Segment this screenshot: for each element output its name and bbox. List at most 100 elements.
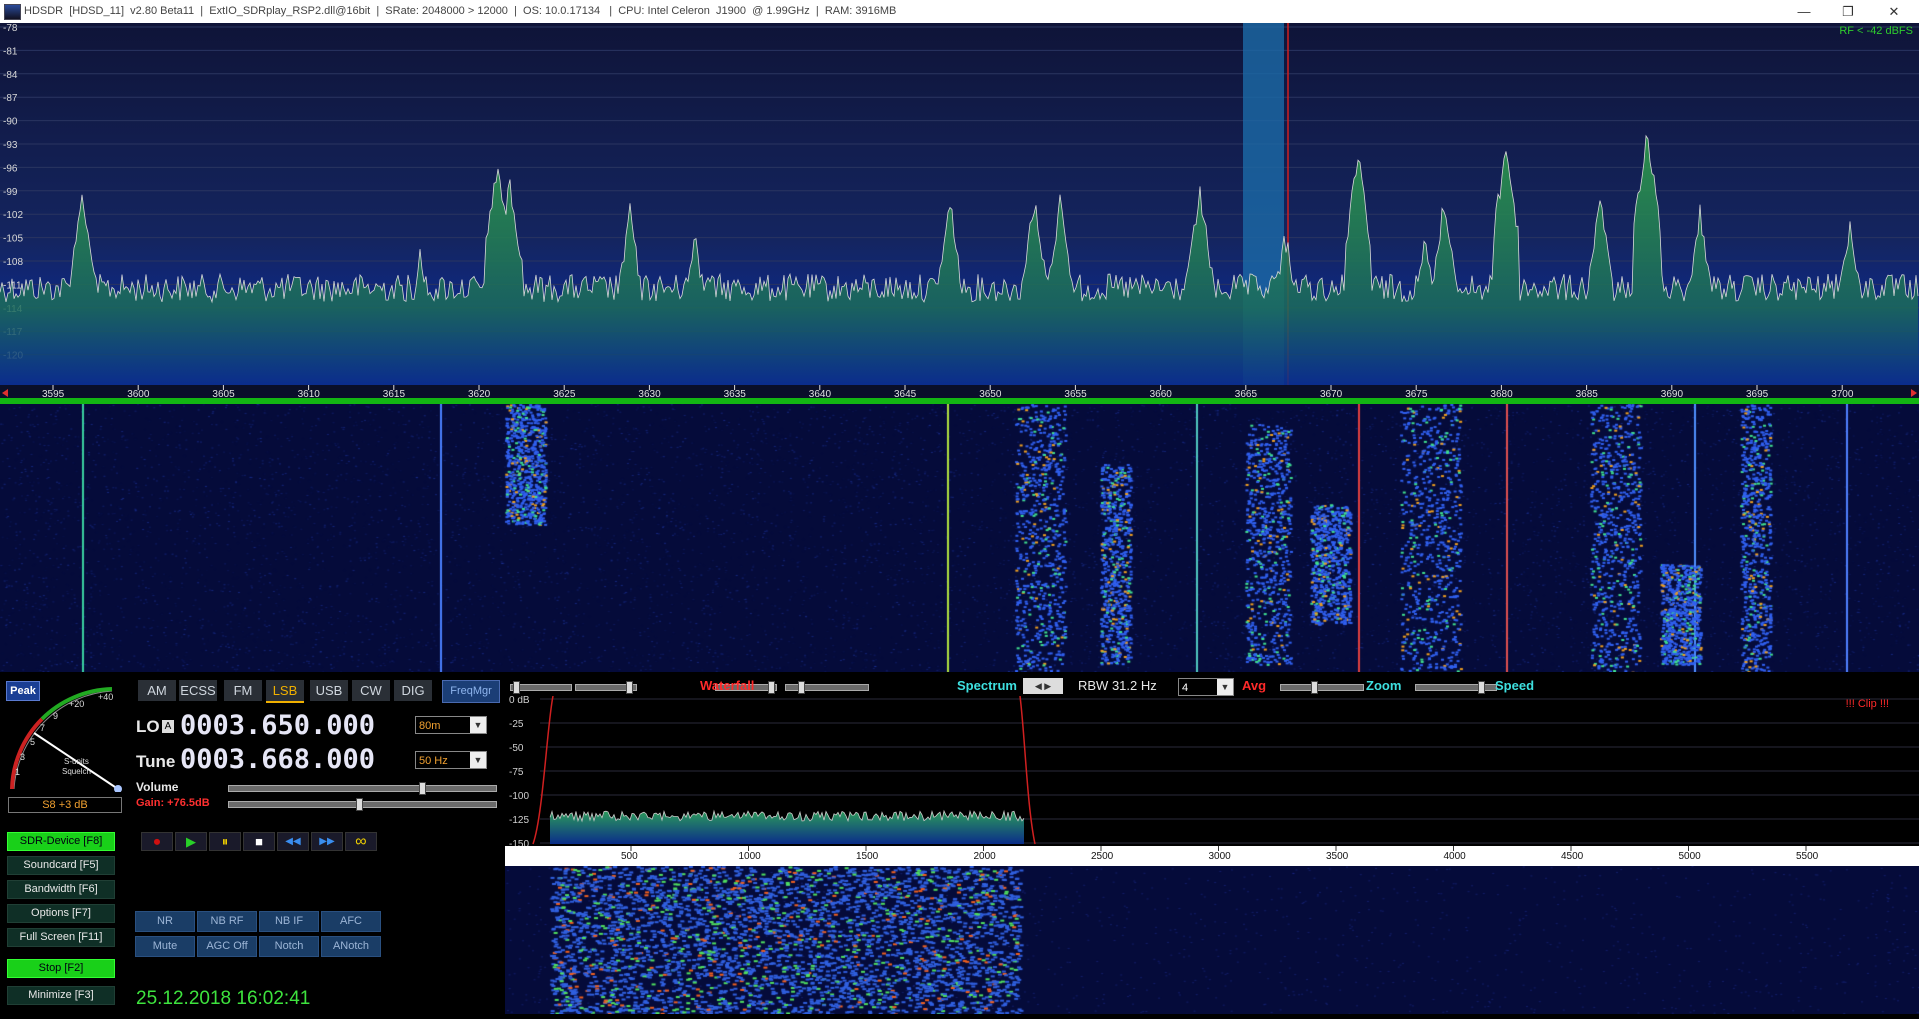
audio-db-label: 0 dB [509,696,530,706]
squelch-label: Squelch [62,767,91,776]
notch-button[interactable]: Notch [259,936,319,957]
db-tick-label: -105 [3,234,23,245]
step-select[interactable]: 50 Hz ▼ [415,751,487,769]
nb-rf-button[interactable]: NB RF [197,911,257,932]
sdr-device-button[interactable]: SDR-Device [F8] [7,832,115,851]
slider-thumb[interactable] [768,681,775,694]
stop-button[interactable]: Stop [F2] [7,959,115,978]
slider-thumb[interactable] [1478,681,1485,694]
db-tick-label: -90 [3,117,18,128]
audio-waterfall-canvas [505,866,1919,1014]
waterfall-label: Waterfall [700,678,755,693]
audio-spectrum-display[interactable]: 0 dB -25 -50 -75 -100 -125 -150 500 1000 1500 2000… [505,696,1919,866]
s-scale-3: 3 [20,752,25,762]
minimize-window-button[interactable]: — [1784,1,1824,22]
maximize-window-button[interactable]: ❐ [1828,1,1868,22]
app-icon [4,4,21,20]
record-button[interactable]: ⏺ [141,832,173,851]
audio-freq-label: 5000 [1679,851,1702,862]
volume-slider-thumb[interactable] [418,782,426,795]
db-tick-label: -108 [3,257,23,268]
agc-button[interactable]: AGC Off [197,936,257,957]
s-scale-5: 5 [30,737,35,747]
audio-freq-label: 4000 [1444,851,1467,862]
s-scale-40: +40 [98,692,113,702]
gain-slider-thumb[interactable] [356,798,364,811]
options-button[interactable]: Options [F7] [7,904,115,923]
tune-frequency[interactable]: 0003.668.000 [180,744,375,775]
stop-playback-button[interactable]: ■ [243,832,275,851]
speed-label: Speed [1495,678,1535,693]
slider-thumb[interactable] [1311,681,1318,694]
peak-button[interactable]: Peak [6,681,40,701]
mode-ecss[interactable]: ECSS [179,680,217,701]
rbw-stepper[interactable]: ◀ ▶ [1023,678,1063,694]
audio-freq-label: 3500 [1326,851,1349,862]
close-window-button[interactable]: ✕ [1874,1,1914,22]
play-button[interactable]: ▶ [175,832,207,851]
zoom-label: Zoom [1366,678,1402,693]
audio-db-label: -100 [509,791,529,802]
speed-slider[interactable] [1415,681,1497,694]
lo-label: LO [136,717,160,736]
mode-lsb[interactable]: LSB [266,680,304,703]
mode-dig[interactable]: DIG [394,680,432,701]
slider-thumb[interactable] [798,681,805,694]
s-scale-9: 9 [53,711,58,721]
audio-freq-label: 4500 [1561,851,1584,862]
tune-label: Tune [136,752,176,771]
db-tick-label: -78 [3,23,18,34]
zoom-slider[interactable] [1280,681,1364,694]
soundcard-button[interactable]: Soundcard [F5] [7,856,115,875]
db-tick-label: -84 [3,70,18,81]
forward-button[interactable]: ▶▶ [311,832,343,851]
band-value: 80m [419,720,441,732]
mute-button[interactable]: Mute [135,936,195,957]
volume-slider[interactable] [228,782,497,795]
rf-spectrum-plot: -78-81-84-87-90-93-96-99-102-105-108-111… [0,23,1919,385]
bandwidth-button[interactable]: Bandwidth [F6] [7,880,115,899]
band-select[interactable]: 80m ▼ [415,716,487,734]
avg-select[interactable]: 4 ▼ [1178,678,1234,696]
afc-button[interactable]: AFC [321,911,381,932]
mode-am[interactable]: AM [138,680,176,701]
audio-spectrum-plot: 0 dB-25-50-75-100-125-150500 1000 1500 2000… [505,696,1919,866]
nr-button[interactable]: NR [135,911,195,932]
freq-manager-button[interactable]: FreqMgr [442,680,500,703]
rf-level-label: RF < -42 dBFS [1839,25,1913,37]
mode-fm[interactable]: FM [224,680,262,701]
gain-slider[interactable] [228,798,497,811]
waterfall-slider-2[interactable] [575,681,637,694]
s-units-label: S-units [64,757,89,766]
audio-db-label: -75 [509,767,524,778]
audio-db-label: -25 [509,719,524,730]
nb-if-button[interactable]: NB IF [259,911,319,932]
loop-button[interactable]: ∞ [345,832,377,851]
anotch-button[interactable]: ANotch [321,936,381,957]
slider-thumb[interactable] [626,681,633,694]
audio-waterfall[interactable] [505,866,1919,1014]
mode-cw[interactable]: CW [352,680,390,701]
minimize-button[interactable]: Minimize [F3] [7,986,115,1005]
rewind-button[interactable]: ◀◀ [277,832,309,851]
volume-label: Volume [136,780,179,794]
mode-usb[interactable]: USB [310,680,348,701]
rf-spectrum-display[interactable]: -78-81-84-87-90-93-96-99-102-105-108-111… [0,23,1919,385]
pause-button[interactable]: ⏸ [209,832,241,851]
clip-indicator: !!! Clip !!! [1845,698,1889,710]
spectrum-label: Spectrum [957,678,1017,693]
spectrum-slider-2[interactable] [785,681,869,694]
lo-frequency[interactable]: 0003.650.000 [180,710,375,741]
chevron-down-icon: ▼ [1217,679,1233,695]
clock: 25.12.2018 16:02:41 [136,988,311,1009]
audio-freq-label: 500 [621,851,638,862]
waterfall-slider-1[interactable] [510,681,572,694]
lo-vfo-badge[interactable]: A [162,720,174,733]
rbw-label: RBW 31.2 Hz [1078,678,1157,693]
title-bar: HDSDR [HDSD_11] v2.80 Beta11 | ExtIO_SDR… [0,0,1919,24]
slider-thumb[interactable] [513,681,520,694]
s-scale-7: 7 [40,723,45,733]
full-screen-button[interactable]: Full Screen [F11] [7,928,115,947]
db-tick-label: -93 [3,140,18,151]
rf-waterfall[interactable] [0,404,1919,672]
